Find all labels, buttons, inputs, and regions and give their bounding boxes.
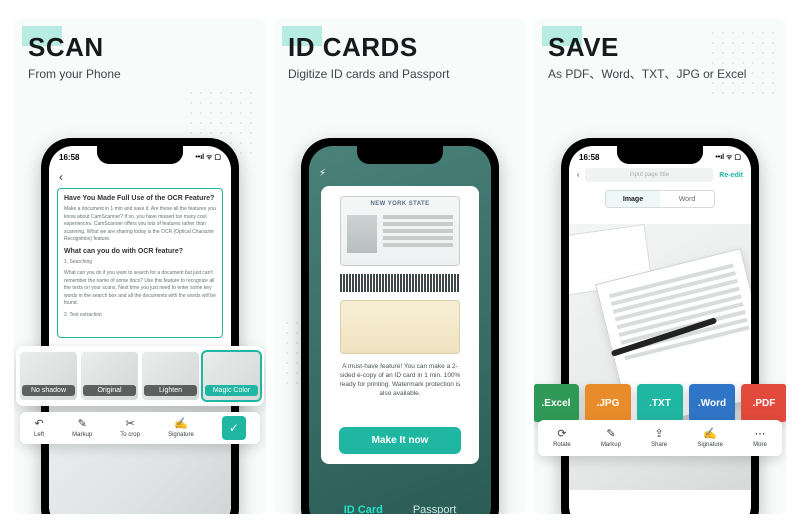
tool-left[interactable]: ↶Left (34, 419, 44, 438)
phone-mock: 16:58 ••ıl ᯤ ▢ ‹ Have You Made Full Use … (41, 138, 239, 514)
markup-icon: ✎ (606, 429, 615, 440)
panel-subtitle: As PDF、Word、TXT、JPG or Excel (548, 67, 772, 83)
panel-header: ID CARDS Digitize ID cards and Passport (274, 18, 526, 89)
tab-id-card[interactable]: ID Card (344, 504, 383, 514)
id-caption: A must-have feature! You can make a 2-si… (331, 362, 469, 398)
tool-signature[interactable]: ✍Signature (168, 419, 194, 438)
chip-txt[interactable]: .TXT (637, 384, 683, 422)
filter-lighten[interactable]: Lighten (142, 352, 199, 400)
chip-pdf[interactable]: .PDF (741, 384, 786, 422)
id-preview-card: NEW YORK STATE A must-have feature! You … (321, 186, 479, 464)
scanned-document: Have You Made Full Use of the OCR Featur… (57, 188, 223, 338)
panel-title: ID CARDS (288, 32, 512, 63)
tab-passport[interactable]: Passport (413, 504, 456, 514)
promo-panel-save: SAVE As PDF、Word、TXT、JPG or Excel 16:58 … (534, 18, 786, 514)
promo-panel-idcards: ID CARDS Digitize ID cards and Passport … (274, 18, 526, 514)
more-icon: ⋯ (755, 429, 766, 440)
filter-magic-color[interactable]: Magic Color (203, 352, 260, 400)
chip-excel[interactable]: .Excel (534, 384, 579, 422)
id-mrz (340, 274, 460, 292)
rotate-left-icon: ↶ (34, 419, 43, 430)
chip-word[interactable]: .Word (689, 384, 735, 422)
bottom-toolbar: ⟳Rotate ✎Markup ⇪Share ✍Signature ⋯More (538, 420, 782, 456)
phone-mock: 16:58 ••ıl ᯤ ▢ ‹ Input page title Re-edi… (561, 138, 759, 514)
segmented-control: Image Word (605, 190, 715, 208)
tool-signature[interactable]: ✍Signature (697, 429, 723, 448)
rotate-icon: ⟳ (557, 429, 566, 440)
panel-title: SAVE (548, 32, 772, 63)
panel-header: SCAN From your Phone (14, 18, 266, 89)
tool-rotate[interactable]: ⟳Rotate (553, 429, 571, 448)
flash-icon[interactable]: ⚡︎ (319, 168, 326, 179)
panel-header: SAVE As PDF、Word、TXT、JPG or Excel (534, 18, 786, 89)
tool-share[interactable]: ⇪Share (651, 429, 667, 448)
id-front: NEW YORK STATE (340, 196, 460, 266)
filter-strip: No shadow Original Lighten Magic Color (16, 346, 264, 406)
seg-word[interactable]: Word (660, 191, 714, 207)
back-button[interactable]: ‹ (577, 172, 579, 179)
title-input[interactable]: Input page title (585, 168, 713, 182)
capture-mode-tabs: ID Card Passport (309, 504, 491, 514)
seg-image[interactable]: Image (606, 191, 660, 207)
promo-panel-scan: SCAN From your Phone 16:58 ••ıl ᯤ ▢ ‹ Ha… (14, 18, 266, 514)
make-it-now-button[interactable]: Make It now (339, 427, 461, 454)
tool-markup[interactable]: ✎Markup (72, 419, 92, 438)
filter-original[interactable]: Original (81, 352, 138, 400)
tool-more[interactable]: ⋯More (753, 429, 767, 448)
filter-no-shadow[interactable]: No shadow (20, 352, 77, 400)
signature-icon: ✍ (703, 429, 717, 440)
back-button[interactable]: ‹ (57, 168, 223, 188)
edit-toolbar: ↶Left ✎Markup ✂To crop ✍Signature ✓ (20, 412, 260, 444)
markup-icon: ✎ (78, 419, 87, 430)
reedit-button[interactable]: Re-edit (719, 172, 743, 179)
panel-subtitle: From your Phone (28, 67, 252, 83)
panel-title: SCAN (28, 32, 252, 63)
confirm-button[interactable]: ✓ (222, 416, 246, 440)
signature-icon: ✍ (174, 419, 188, 430)
id-back (340, 300, 460, 354)
phone-mock: ⚡︎ NEW YORK STATE A must-have feature! Y… (301, 138, 499, 514)
crop-icon: ✂ (126, 419, 135, 430)
tool-crop[interactable]: ✂To crop (120, 419, 140, 438)
share-icon: ⇪ (655, 429, 664, 440)
export-format-chips: .Excel .JPG .TXT .Word .PDF (534, 384, 786, 422)
chip-jpg[interactable]: .JPG (585, 384, 631, 422)
tool-markup[interactable]: ✎Markup (601, 429, 621, 448)
panel-subtitle: Digitize ID cards and Passport (288, 67, 512, 83)
